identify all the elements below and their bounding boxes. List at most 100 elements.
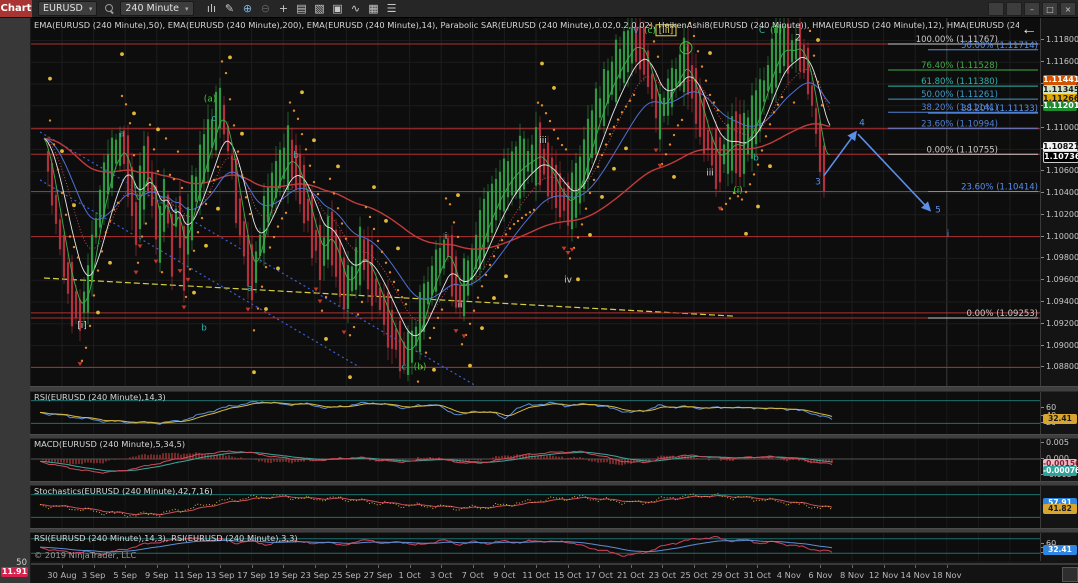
price-badge: 1.11441 (1043, 75, 1077, 85)
time-tick (220, 565, 221, 568)
time-label: 23 Sep (300, 570, 329, 580)
time-label: 18 Nov (932, 570, 961, 580)
svg-text:c: c (212, 114, 217, 124)
svg-text:(ii): (ii) (770, 26, 782, 36)
time-tick (62, 565, 63, 568)
panel-axis[interactable]: 60402032.41 (1040, 390, 1078, 434)
snapshot-icon[interactable]: ▣ (330, 1, 346, 16)
properties-icon[interactable]: ☰ (384, 1, 400, 16)
svg-text:C: C (759, 26, 765, 36)
zoom-out-icon[interactable]: ⊖ (258, 1, 274, 16)
time-tick (915, 565, 916, 568)
zoom-in-icon[interactable]: ⊕ (240, 1, 256, 16)
time-tick (568, 565, 569, 568)
svg-text:iv: iv (564, 275, 573, 285)
time-tick (662, 565, 663, 568)
time-label: 9 Sep (145, 570, 169, 580)
price-axis[interactable]: 1.118001.116001.114001.112001.110001.108… (1040, 17, 1078, 386)
svg-text:[iii]: [iii] (659, 26, 674, 36)
time-axis[interactable]: 30 Aug3 Sep5 Sep9 Sep11 Sep13 Sep17 Sep1… (30, 563, 1078, 583)
panel-value-badge: 41.82 (1043, 504, 1077, 514)
close-button[interactable]: × (1060, 2, 1076, 16)
crosshair-icon[interactable]: + (276, 1, 292, 16)
svg-text:c: c (402, 363, 407, 373)
fibonacci-retracements[interactable]: 100.00% (1.11767)76.40% (1.11528)61.80% … (888, 35, 1038, 319)
svg-text:v: v (633, 26, 639, 36)
time-tick (631, 565, 632, 568)
indicators-icon[interactable]: ∿ (348, 1, 364, 16)
panel-splitter[interactable] (30, 528, 1078, 533)
restore-button[interactable]: □ (1042, 2, 1058, 16)
time-tick (820, 565, 821, 568)
moving-averages (44, 47, 830, 349)
time-tick (157, 565, 158, 568)
panel-axis[interactable]: 60402032.41 (1040, 531, 1078, 561)
time-label: 23 Oct (649, 570, 677, 580)
panel-value-badge: 32.41 (1043, 545, 1077, 555)
time-label: 4 Nov (777, 570, 801, 580)
instrument-selector[interactable]: EURUSD ▾ (38, 1, 97, 16)
panel-splitter[interactable] (30, 481, 1078, 486)
panel-splitter[interactable] (30, 434, 1078, 439)
time-label: 5 Sep (113, 570, 137, 580)
svg-text:a: a (247, 284, 253, 294)
price-badge: 1.11201 (1043, 101, 1077, 111)
time-tick (757, 565, 758, 568)
interval-selector[interactable]: 240 Minute ▾ (120, 1, 193, 16)
price-badge: 1.10736 (1043, 151, 1078, 163)
main-chart-canvas[interactable]: 100.00% (1.11767)76.40% (1.11528)61.80% … (30, 17, 1040, 386)
svg-text:b: b (201, 323, 207, 333)
time-tick (473, 565, 474, 568)
data-grid-icon[interactable]: ▦ (366, 1, 382, 16)
projection-arrows[interactable]: 45i (824, 118, 949, 239)
svg-text:i: i (445, 232, 448, 242)
price-tick: 1.10200 (1046, 210, 1078, 219)
panel-axis[interactable]: 57.9141.82 (1040, 484, 1078, 528)
panel-splitter[interactable] (30, 386, 1078, 392)
grid (30, 17, 1040, 386)
minimize-button[interactable]: – (1024, 2, 1040, 16)
panel-axis[interactable]: 0.0050.000-0.005-0.00156-0.00076 (1040, 437, 1078, 481)
search-icon[interactable] (105, 4, 114, 13)
time-label: 31 Oct (743, 570, 771, 580)
time-tick (125, 565, 126, 568)
horizontal-price-lines[interactable] (30, 44, 1040, 367)
interval-value: 240 Minute (125, 3, 179, 14)
indicator-panel-rsi[interactable] (30, 390, 1040, 434)
svg-text:50.00% (1.11261): 50.00% (1.11261) (921, 90, 998, 100)
window-button-2[interactable] (1006, 2, 1022, 16)
rsi-left-value-badge: 11.91 (1, 567, 28, 577)
left-margin: 50 11.91 (0, 17, 31, 583)
chart-tab[interactable]: Chart (0, 0, 32, 17)
time-label: 17 Oct (585, 570, 613, 580)
window-button-1[interactable] (988, 2, 1004, 16)
drawing-tools-icon[interactable]: ✎ (222, 1, 238, 16)
indicator-panel-macd[interactable] (30, 437, 1040, 481)
svg-text:23.60% (1.10994): 23.60% (1.10994) (921, 119, 998, 129)
time-label: 27 Sep (364, 570, 393, 580)
indicator-panel-stoch[interactable] (30, 484, 1040, 528)
scroll-left-button[interactable]: ← (1016, 21, 1042, 39)
price-tick: 1.10400 (1046, 188, 1078, 197)
time-tick (410, 565, 411, 568)
time-tick (789, 565, 790, 568)
chart-style-icon[interactable]: ılı (204, 1, 220, 16)
svg-text:23.60% (1.10414): 23.60% (1.10414) (961, 182, 1038, 192)
svg-text:76.40% (1.11528): 76.40% (1.11528) (921, 61, 998, 71)
candlesticks (47, 17, 825, 381)
time-tick (441, 565, 442, 568)
new-chart-icon[interactable]: ▤ (294, 1, 310, 16)
time-tick (726, 565, 727, 568)
time-label: 3 Oct (430, 570, 452, 580)
chevron-down-icon: ▾ (89, 5, 93, 13)
svg-text:(a): (a) (204, 94, 217, 104)
time-label: 9 Oct (493, 570, 515, 580)
svg-text:38.20% (1.11133): 38.20% (1.11133) (961, 104, 1038, 114)
send-to-icon[interactable]: ▧ (312, 1, 328, 16)
copyright: © 2019 NinjaTrader, LLC (34, 550, 136, 560)
time-label: 7 Oct (462, 570, 484, 580)
indicator-panel-rsi2[interactable] (30, 531, 1040, 561)
price-tick: 1.10600 (1046, 166, 1078, 175)
time-tick (94, 565, 95, 568)
corner-settings-box[interactable] (1062, 567, 1078, 582)
